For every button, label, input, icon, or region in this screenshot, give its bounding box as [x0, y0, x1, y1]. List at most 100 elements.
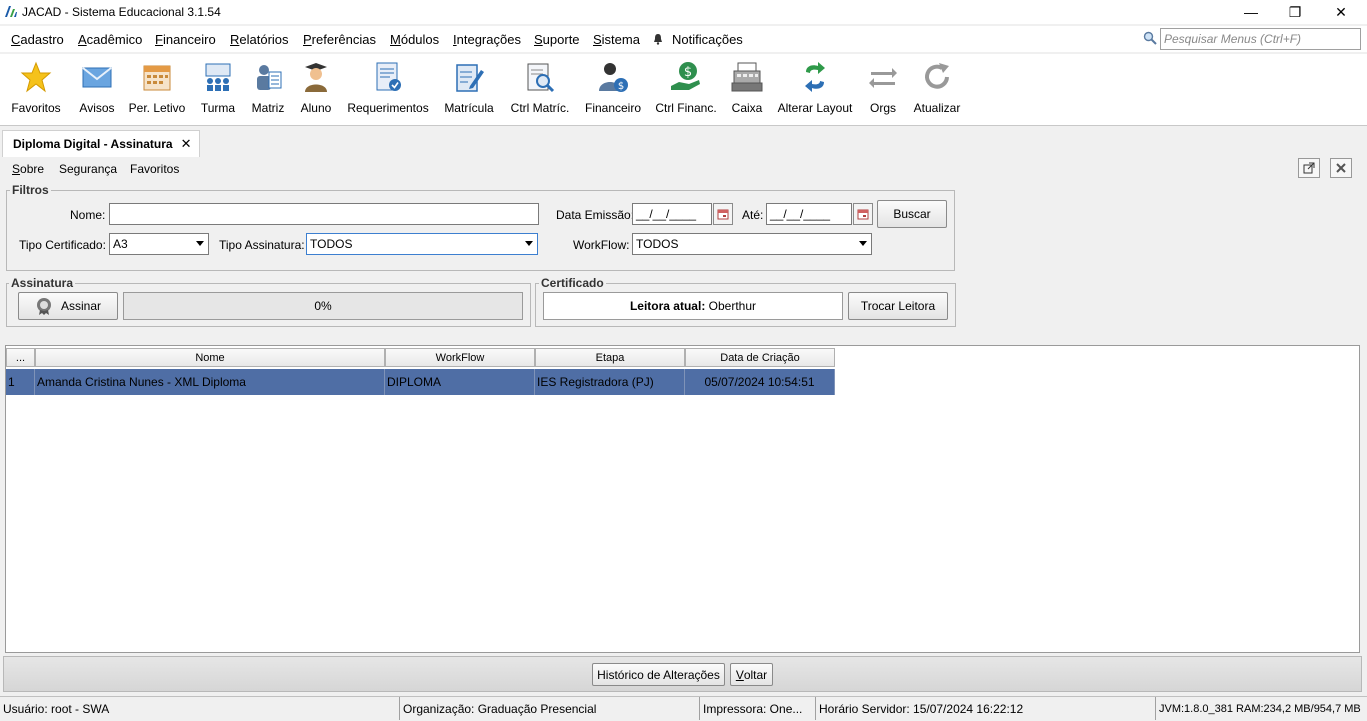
- status-organizacao: Organização: Graduação Presencial: [400, 697, 700, 720]
- tab-diploma-digital[interactable]: Diploma Digital - Assinatura ✕: [2, 130, 200, 157]
- column-header-index[interactable]: ...: [6, 348, 35, 367]
- tipo-certificado-label: Tipo Certificado:: [19, 238, 106, 252]
- certificate-seal-icon: [36, 298, 51, 315]
- enrollment-icon: [456, 64, 484, 92]
- minimize-button[interactable]: —: [1228, 0, 1274, 24]
- status-usuario: Usuário: root - SWA: [0, 697, 400, 720]
- ate-label: Até:: [742, 208, 764, 222]
- status-jvm-memory: JVM:1.8.0_381 RAM:234,2 MB/954,7 MB: [1159, 702, 1361, 715]
- transfer-arrows-icon: [869, 68, 897, 88]
- column-header-workflow[interactable]: WorkFlow: [385, 348, 535, 367]
- ate-input[interactable]: __/__/____: [766, 203, 852, 225]
- chevron-down-icon: [196, 241, 204, 246]
- chevron-down-icon: [525, 241, 533, 246]
- sub-menu-bar: [0, 157, 1367, 181]
- detach-window-button[interactable]: [1298, 158, 1320, 178]
- toolbar-per-letivo-button[interactable]: Per. Letivo: [128, 60, 186, 120]
- historico-alteracoes-button[interactable]: Histórico de Alterações: [592, 663, 725, 686]
- toolbar-alterar-layout-button[interactable]: Alterar Layout: [776, 60, 854, 120]
- cash-register-icon: [731, 62, 763, 92]
- signature-progress-bar: 0%: [123, 292, 523, 320]
- menu-academico[interactable]: Acadêmico: [78, 32, 142, 47]
- toolbar-aluno-button[interactable]: Aluno: [297, 60, 335, 120]
- table-row-cell-index[interactable]: 1: [6, 369, 35, 395]
- toolbar-favoritos-button[interactable]: Favoritos: [10, 60, 62, 120]
- menu-suporte[interactable]: Suporte: [534, 32, 580, 47]
- assinar-button[interactable]: Assinar: [18, 292, 118, 320]
- menu-cadastro[interactable]: Cadastro: [11, 32, 64, 47]
- submenu-seguranca[interactable]: Segurança: [59, 162, 117, 176]
- filtros-legend: Filtros: [10, 183, 51, 197]
- menu-relatorios[interactable]: Relatórios: [230, 32, 289, 47]
- toolbar-atualizar-button[interactable]: Atualizar: [912, 60, 962, 120]
- close-panel-button[interactable]: [1330, 158, 1352, 178]
- column-header-nome[interactable]: Nome: [35, 348, 385, 367]
- status-impressora: Impressora: One...: [700, 697, 816, 720]
- finance-person-icon: $: [599, 63, 628, 92]
- toolbar-ctrl-matric-button[interactable]: Ctrl Matríc.: [508, 60, 572, 120]
- table-row-cell-nome[interactable]: Amanda Cristina Nunes - XML Diploma: [35, 369, 385, 395]
- trocar-leitora-button[interactable]: Trocar Leitora: [848, 292, 948, 320]
- external-window-icon: [1303, 162, 1315, 174]
- menu-modulos[interactable]: Módulos: [390, 32, 439, 47]
- menu-financeiro[interactable]: Financeiro: [155, 32, 216, 47]
- request-icon: [376, 62, 401, 91]
- refresh-icon: [925, 63, 949, 89]
- status-horario-servidor: Horário Servidor: 15/07/2024 16:22:12: [816, 697, 1156, 720]
- column-header-data-criacao[interactable]: Data de Criação: [685, 348, 835, 367]
- tipo-certificado-select[interactable]: A3: [109, 233, 209, 255]
- table-row-cell-workflow[interactable]: DIPLOMA: [385, 369, 535, 395]
- toolbar-caixa-button[interactable]: Caixa: [728, 60, 766, 120]
- close-tab-icon[interactable]: ✕: [181, 136, 192, 152]
- svg-text:$: $: [684, 65, 692, 80]
- menu-preferencias[interactable]: Preferências: [303, 32, 376, 47]
- submenu-favoritos[interactable]: Favoritos: [130, 162, 179, 176]
- toolbar-avisos-button[interactable]: Avisos: [78, 60, 116, 120]
- assinatura-legend: Assinatura: [9, 276, 76, 290]
- data-emissao-calendar-button[interactable]: [713, 203, 733, 225]
- menu-integracoes[interactable]: Integrações: [453, 32, 521, 47]
- certificado-legend: Certificado: [539, 276, 606, 290]
- toolbar-orgs-button[interactable]: Orgs: [866, 60, 900, 120]
- table-row-cell-etapa[interactable]: IES Registradora (PJ): [535, 369, 685, 395]
- table-row-cell-data-criacao[interactable]: 05/07/2024 10:54:51: [685, 369, 835, 395]
- data-emissao-label: Data Emissão:: [556, 208, 635, 222]
- curriculum-icon: [257, 65, 282, 90]
- mail-icon: [82, 67, 112, 88]
- workflow-select[interactable]: TODOS: [632, 233, 872, 255]
- toolbar-matriz-button[interactable]: Matriz: [248, 60, 288, 120]
- leitora-label: Leitora atual:: [629, 299, 706, 313]
- leitora-value: Oberthur: [708, 299, 757, 313]
- ate-calendar-button[interactable]: [853, 203, 873, 225]
- close-icon: [1336, 163, 1346, 173]
- calendar-icon: [717, 209, 729, 220]
- tipo-assinatura-select[interactable]: TODOS: [306, 233, 538, 255]
- toolbar-ctrl-financ-button[interactable]: $ Ctrl Financ.: [654, 60, 718, 120]
- buscar-button[interactable]: Buscar: [877, 200, 947, 228]
- menu-sistema[interactable]: Sistema: [593, 32, 640, 47]
- voltar-button[interactable]: Voltar: [730, 663, 773, 686]
- chevron-down-icon: [859, 241, 867, 246]
- money-hand-icon: $: [671, 62, 700, 90]
- close-window-button[interactable]: ✕: [1318, 0, 1364, 24]
- search-document-icon: [527, 63, 555, 93]
- restore-button[interactable]: ❐: [1272, 0, 1318, 24]
- tab-title: Diploma Digital - Assinatura: [13, 137, 173, 151]
- svg-text:$: $: [618, 81, 624, 92]
- data-emissao-input[interactable]: __/__/____: [632, 203, 712, 225]
- toolbar-matricula-button[interactable]: Matrícula: [442, 60, 496, 120]
- toolbar-financeiro-button[interactable]: $ Financeiro: [583, 60, 643, 120]
- toolbar-requerimentos-button[interactable]: Requerimentos: [346, 60, 430, 120]
- workflow-label: WorkFlow:: [573, 238, 630, 252]
- nome-input[interactable]: [109, 203, 539, 225]
- search-icon: [1143, 31, 1157, 45]
- student-icon: [305, 63, 327, 92]
- tab-strip: [0, 127, 1367, 157]
- toolbar-turma-button[interactable]: Turma: [198, 60, 238, 120]
- swap-layout-icon: [805, 62, 825, 92]
- submenu-sobre[interactable]: Sobre: [12, 162, 44, 176]
- menu-notificacoes[interactable]: Notificações: [672, 32, 743, 47]
- column-header-etapa[interactable]: Etapa: [535, 348, 685, 367]
- calendar-icon: [857, 209, 869, 220]
- search-menus-input[interactable]: Pesquisar Menus (Ctrl+F): [1160, 28, 1361, 50]
